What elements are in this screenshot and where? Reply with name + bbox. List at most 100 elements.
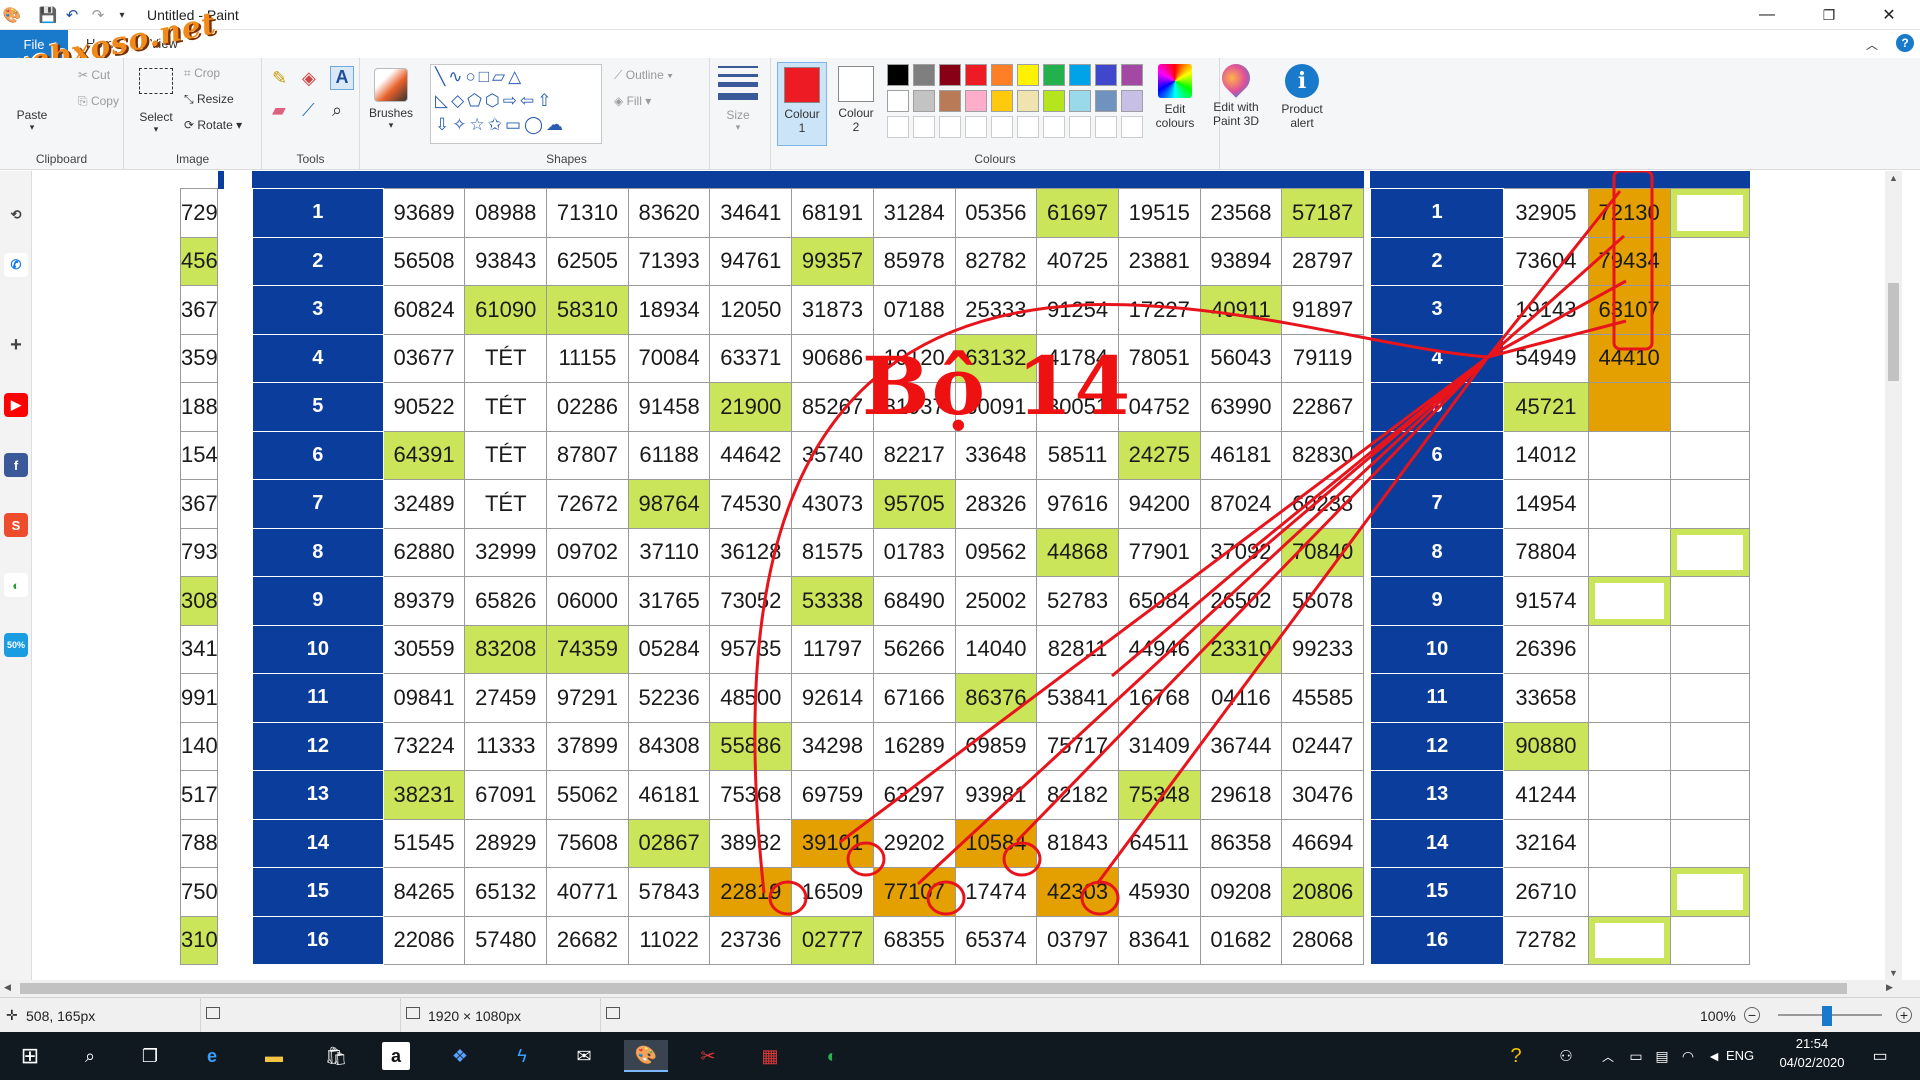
palette-swatch[interactable] [991, 64, 1013, 86]
maximize-button[interactable]: ❐ [1806, 0, 1852, 30]
add-icon[interactable]: + [4, 333, 28, 357]
text-tool-icon[interactable]: A [330, 66, 354, 90]
palette-swatch[interactable] [1121, 64, 1143, 86]
horizontal-scroll-thumb[interactable] [20, 983, 1847, 994]
eraser-icon[interactable]: ▰ [272, 100, 286, 121]
undo-icon[interactable]: ↶ [62, 5, 82, 25]
edit-with-paint3d-button[interactable]: Edit with Paint 3D [1206, 58, 1266, 128]
power-automate-icon[interactable]: ϟ [506, 1040, 538, 1072]
rotate-button[interactable]: ⟳ Rotate ▾ [184, 118, 242, 132]
minimize-button[interactable]: — [1744, 0, 1790, 30]
customize-qat-icon[interactable]: ▾ [112, 5, 132, 25]
palette-swatch[interactable] [1121, 90, 1143, 112]
clock[interactable]: 21:54 04/02/2020 [1772, 1036, 1852, 1070]
palette-swatch-empty[interactable] [887, 116, 909, 138]
brushes-button[interactable]: Brushes ▾ [364, 68, 418, 131]
scroll-right-icon[interactable]: ▶ [1886, 982, 1893, 993]
fill-bucket-icon[interactable]: ◈ [302, 68, 316, 89]
palette-swatch[interactable] [887, 90, 909, 112]
palette-swatch[interactable] [887, 64, 909, 86]
size-button[interactable]: Size ▾ [716, 66, 760, 133]
zoom-in-button[interactable]: + [1896, 1007, 1912, 1023]
save-icon[interactable]: 💾 [38, 5, 58, 25]
file-explorer-icon[interactable]: ▬ [258, 1040, 290, 1072]
horizontal-scrollbar[interactable]: ◀ ▶ [0, 980, 1920, 997]
palette-swatch[interactable] [913, 90, 935, 112]
coccoc-taskbar-icon[interactable]: ◐ [816, 1040, 848, 1072]
scroll-up-icon[interactable]: ▲ [1889, 173, 1898, 183]
palette-swatch[interactable] [939, 90, 961, 112]
palette-swatch[interactable] [913, 64, 935, 86]
palette-swatch[interactable] [965, 64, 987, 86]
history-icon[interactable]: ⟲ [4, 203, 28, 227]
crop-button[interactable]: ⌗ Crop [184, 66, 220, 81]
palette-swatch-empty[interactable] [1121, 116, 1143, 138]
colour-picker-icon[interactable]: ⟋ [302, 100, 315, 121]
copy-button[interactable]: ⎘ Copy [78, 94, 119, 109]
close-button[interactable]: ✕ [1866, 0, 1912, 30]
youtube-icon[interactable]: ▶ [4, 393, 28, 417]
palette-swatch-empty[interactable] [1095, 116, 1117, 138]
redo-icon[interactable]: ↷ [88, 5, 108, 25]
search-icon[interactable]: ⌕ [74, 1040, 106, 1072]
app-icon[interactable]: ▦ [754, 1040, 786, 1072]
help-tray-icon[interactable]: ? [1500, 1040, 1532, 1072]
palette-swatch-empty[interactable] [913, 116, 935, 138]
resize-button[interactable]: ⤡ Resize [184, 92, 234, 107]
language-indicator[interactable]: ENG [1726, 1048, 1754, 1063]
shapes-gallery[interactable]: ╲∿○□▱△ ◺◇⬠⬡⇨⇦⇧ ⇩✧☆✩▭◯☁ [430, 64, 602, 144]
colour2-button[interactable]: Colour 2 [831, 62, 881, 146]
paste-button[interactable]: Paste ▾ [10, 108, 54, 133]
palette-swatch[interactable] [1069, 90, 1091, 112]
palette-swatch[interactable] [1095, 64, 1117, 86]
facebook-icon[interactable]: f [4, 453, 28, 477]
outline-dropdown[interactable]: ⟋ Outline ▾ [614, 68, 673, 83]
paint-canvas[interactable]: 729 456 367 359 188 154 367 793 308 341 991 140 517 7… [32, 171, 1885, 980]
scroll-left-icon[interactable]: ◀ [4, 982, 11, 993]
palette-swatch-empty[interactable] [1043, 116, 1065, 138]
product-alert-button[interactable]: i Product alert [1272, 64, 1332, 130]
shopee-icon[interactable]: S [4, 513, 28, 537]
store-icon[interactable]: 🛍 [320, 1040, 352, 1072]
start-icon[interactable]: ⊞ [14, 1040, 46, 1072]
palette-swatch[interactable] [1017, 90, 1039, 112]
vertical-scrollbar[interactable]: ▲ ▼ [1885, 171, 1902, 980]
palette-swatch[interactable] [939, 64, 961, 86]
palette-swatch-empty[interactable] [1017, 116, 1039, 138]
vertical-scroll-thumb[interactable] [1888, 283, 1899, 381]
people-icon[interactable]: ⚇ [1550, 1040, 1582, 1072]
promo-icon[interactable]: 50% [4, 633, 28, 657]
messenger-icon[interactable]: ✆ [4, 253, 28, 277]
task-view-icon[interactable]: ❐ [134, 1040, 166, 1072]
palette-swatch-empty[interactable] [991, 116, 1013, 138]
select-button[interactable]: Select ▾ [134, 68, 178, 135]
palette-swatch[interactable] [1095, 90, 1117, 112]
collapse-ribbon-icon[interactable]: ︿ [1866, 36, 1878, 53]
palette-swatch[interactable] [1017, 64, 1039, 86]
colour1-button[interactable]: Colour 1 [777, 62, 827, 146]
palette-swatch[interactable] [991, 90, 1013, 112]
zoom-slider-thumb[interactable] [1822, 1006, 1832, 1026]
edit-colours-button[interactable]: Edit colours [1147, 64, 1203, 130]
edge-icon[interactable]: e [196, 1040, 228, 1072]
snip-icon[interactable]: ✂ [692, 1040, 724, 1072]
palette-swatch[interactable] [1043, 64, 1065, 86]
palette-swatch[interactable] [1069, 64, 1091, 86]
dropbox-icon[interactable]: ❖ [444, 1040, 476, 1072]
coccoc-icon[interactable]: ◐ [4, 573, 28, 597]
fill-dropdown[interactable]: ◈ Fill ▾ [614, 94, 651, 108]
palette-swatch-empty[interactable] [965, 116, 987, 138]
cut-button[interactable]: ✂ Cut [78, 68, 110, 82]
palette-swatch[interactable] [1043, 90, 1065, 112]
pencil-icon[interactable]: ✎ [272, 68, 287, 89]
paint-taskbar-icon[interactable]: 🎨 [624, 1040, 668, 1072]
help-icon[interactable]: ? [1896, 34, 1914, 52]
magnifier-icon[interactable]: ⌕ [332, 100, 342, 121]
amazon-icon[interactable]: a [382, 1042, 410, 1070]
scroll-down-icon[interactable]: ▼ [1889, 968, 1898, 978]
palette-swatch[interactable] [965, 90, 987, 112]
zoom-out-button[interactable]: − [1744, 1007, 1760, 1023]
mail-icon[interactable]: ✉ [568, 1040, 600, 1072]
paint-app-icon[interactable]: 🎨 [2, 5, 22, 25]
notification-icon[interactable]: ▭ [1864, 1040, 1896, 1072]
